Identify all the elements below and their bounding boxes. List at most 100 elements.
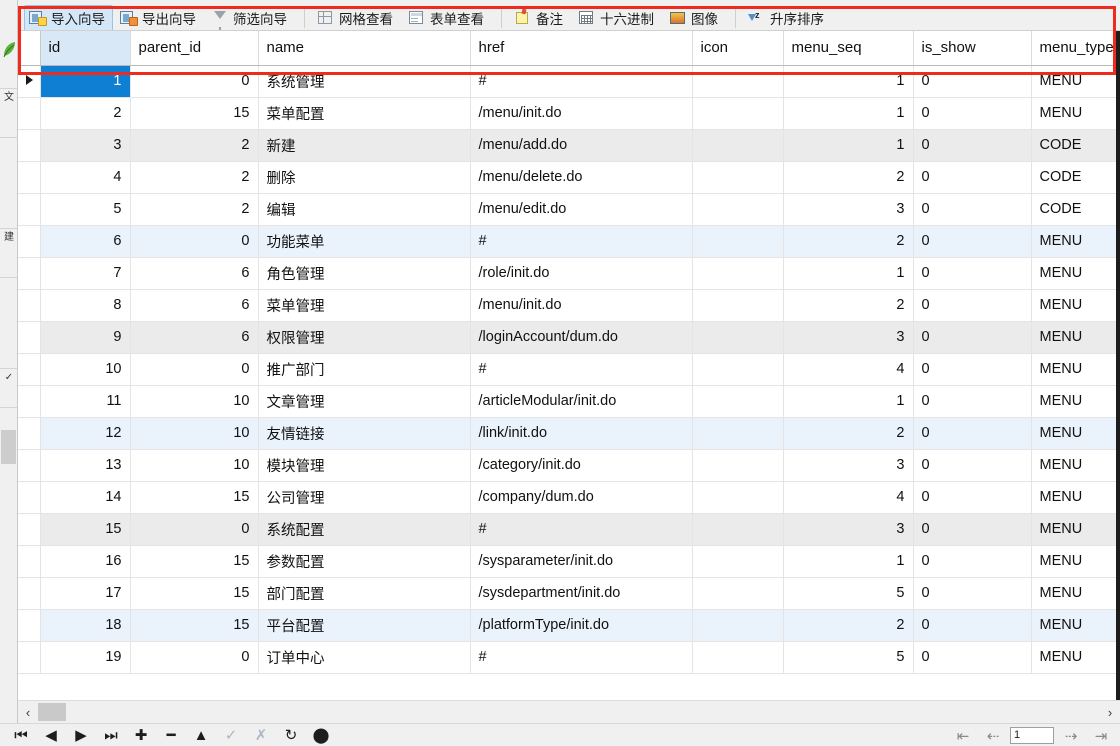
cell-menu_type[interactable]: MENU (1031, 257, 1120, 290)
table-row[interactable]: 5 2 编辑/menu/edit.do 3 0 CODE (18, 193, 1120, 226)
cell-menu_seq[interactable]: 4 (783, 353, 914, 386)
cell-is_show[interactable]: 0 (913, 161, 1032, 194)
nav-last-record-icon[interactable]: ⏭ (96, 724, 126, 746)
nav-prev-record-icon[interactable]: ◀ (36, 724, 66, 746)
nav-apply-change-icon[interactable]: ✓ (216, 724, 246, 746)
cell-menu_type[interactable]: MENU (1031, 97, 1120, 130)
table-row[interactable]: 2 15 菜单配置/menu/init.do 1 0 MENU (18, 97, 1120, 130)
cell-is_show[interactable]: 0 (913, 257, 1032, 290)
horizontal-scrollbar[interactable]: ‹ › (18, 700, 1120, 723)
cell-parent_id[interactable]: 2 (130, 161, 259, 194)
table-row[interactable]: 7 6 角色管理/role/init.do 1 0 MENU (18, 257, 1120, 290)
row-indicator[interactable] (18, 609, 41, 642)
cell-parent_id[interactable]: 0 (130, 513, 259, 546)
cell-id[interactable]: 7 (40, 257, 131, 290)
cell-id[interactable]: 11 (40, 385, 131, 418)
cell-menu_seq[interactable]: 2 (783, 289, 914, 322)
nav-page-last-icon[interactable]: ⇥ (1086, 725, 1116, 746)
cell-menu_seq[interactable]: 1 (783, 257, 914, 290)
cell-icon[interactable] (692, 449, 784, 482)
cell-href[interactable]: # (470, 513, 693, 546)
cell-parent_id[interactable]: 15 (130, 545, 259, 578)
cell-href[interactable]: # (470, 65, 693, 98)
row-indicator[interactable] (18, 193, 41, 226)
cell-menu_type[interactable]: MENU (1031, 609, 1120, 642)
cell-href[interactable]: # (470, 353, 693, 386)
toolbar-button-form-view[interactable]: 表单查看 (403, 5, 492, 30)
cell-parent_id[interactable]: 2 (130, 129, 259, 162)
row-indicator[interactable] (18, 97, 41, 130)
table-row[interactable]: 8 6 菜单管理/menu/init.do 2 0 MENU (18, 289, 1120, 322)
cell-name[interactable]: 角色管理 (258, 257, 471, 290)
table-row[interactable]: 16 15 参数配置/sysparameter/init.do 1 0 MENU (18, 545, 1120, 578)
table-row[interactable]: 3 2 新建/menu/add.do 1 0 CODE (18, 129, 1120, 162)
cell-href[interactable]: /menu/init.do (470, 97, 693, 130)
table-row[interactable]: 6 0 功能菜单 #2 0 MENU (18, 225, 1120, 258)
toolbar-button-grid-view[interactable]: 网格查看 (312, 5, 401, 30)
cell-menu_type[interactable]: MENU (1031, 577, 1120, 610)
cell-id[interactable]: 17 (40, 577, 131, 610)
cell-id[interactable]: 4 (40, 161, 131, 194)
column-header-id[interactable]: id (40, 31, 131, 66)
table-row[interactable]: 11 10 文章管理/articleModular/init.do 1 0 MENU (18, 385, 1120, 418)
table-row[interactable]: 18 15 平台配置/platformType/init.do 2 0 MENU (18, 609, 1120, 642)
row-indicator[interactable] (18, 321, 41, 354)
nav-page-first-icon[interactable]: ⇤ (948, 725, 978, 746)
cell-id[interactable]: 19 (40, 641, 131, 674)
column-header-parent_id[interactable]: parent_id (130, 31, 259, 66)
nav-delete-record-icon[interactable]: ━ (156, 724, 186, 746)
cell-icon[interactable] (692, 577, 784, 610)
cell-icon[interactable] (692, 193, 784, 226)
cell-menu_seq[interactable]: 2 (783, 609, 914, 642)
cell-id[interactable]: 15 (40, 513, 131, 546)
cell-menu_seq[interactable]: 4 (783, 481, 914, 514)
row-indicator[interactable] (18, 641, 41, 674)
cell-menu_type[interactable]: MENU (1031, 545, 1120, 578)
cell-is_show[interactable]: 0 (913, 609, 1032, 642)
cell-menu_type[interactable]: MENU (1031, 225, 1120, 258)
table-row[interactable]: 4 2 删除/menu/delete.do 2 0 CODE (18, 161, 1120, 194)
cell-href[interactable]: /company/dum.do (470, 481, 693, 514)
cell-href[interactable]: /loginAccount/dum.do (470, 321, 693, 354)
cell-icon[interactable] (692, 257, 784, 290)
cell-parent_id[interactable]: 10 (130, 385, 259, 418)
row-indicator[interactable] (18, 65, 41, 98)
table-row[interactable]: 15 0 系统配置 #3 0 MENU (18, 513, 1120, 546)
cell-id[interactable]: 10 (40, 353, 131, 386)
column-header-icon[interactable]: icon (692, 31, 784, 66)
cell-name[interactable]: 权限管理 (258, 321, 471, 354)
cell-name[interactable]: 系统管理 (258, 65, 471, 98)
cell-is_show[interactable]: 0 (913, 545, 1032, 578)
nav-stop-icon[interactable]: ⬤ (306, 724, 336, 746)
cell-menu_type[interactable]: MENU (1031, 385, 1120, 418)
row-indicator[interactable] (18, 577, 41, 610)
cell-menu_seq[interactable]: 1 (783, 385, 914, 418)
nav-edit-record-icon[interactable]: ▲ (186, 724, 216, 746)
row-selector-header[interactable] (18, 31, 41, 66)
cell-menu_seq[interactable]: 3 (783, 449, 914, 482)
cell-href[interactable]: /menu/add.do (470, 129, 693, 162)
rail-chip[interactable]: 文 (0, 88, 17, 138)
row-indicator[interactable] (18, 417, 41, 450)
cell-name[interactable]: 删除 (258, 161, 471, 194)
cell-name[interactable]: 模块管理 (258, 449, 471, 482)
row-indicator[interactable] (18, 257, 41, 290)
cell-icon[interactable] (692, 225, 784, 258)
column-header-href[interactable]: href (470, 31, 693, 66)
cell-icon[interactable] (692, 321, 784, 354)
cell-id[interactable]: 1 (40, 65, 131, 98)
cell-name[interactable]: 菜单配置 (258, 97, 471, 130)
cell-icon[interactable] (692, 97, 784, 130)
rail-scrollbar-thumb[interactable] (1, 430, 16, 464)
page-number-input[interactable]: 1 (1010, 727, 1054, 744)
cell-id[interactable]: 13 (40, 449, 131, 482)
nav-cancel-change-icon[interactable]: ✗ (246, 724, 276, 746)
cell-icon[interactable] (692, 353, 784, 386)
rail-chip[interactable]: ✓ (0, 368, 17, 408)
table-row[interactable]: 14 15 公司管理/company/dum.do 4 0 MENU (18, 481, 1120, 514)
cell-id[interactable]: 3 (40, 129, 131, 162)
scrollbar-thumb[interactable] (38, 703, 66, 721)
cell-parent_id[interactable]: 10 (130, 417, 259, 450)
cell-icon[interactable] (692, 161, 784, 194)
cell-id[interactable]: 5 (40, 193, 131, 226)
